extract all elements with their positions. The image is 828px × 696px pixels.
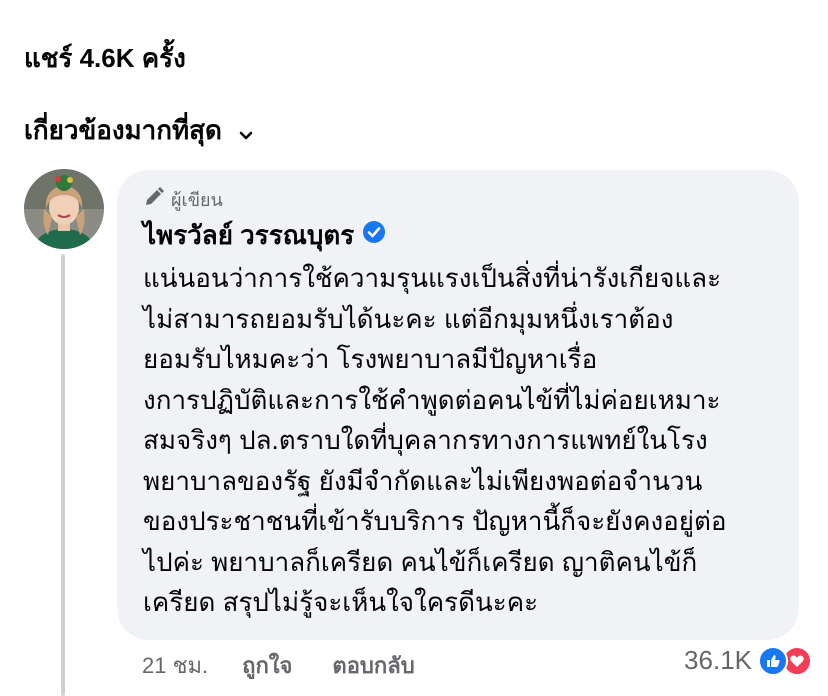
comment-sort-dropdown[interactable]: เกี่ยวข้องมากที่สุด bbox=[24, 110, 256, 151]
sort-label: เกี่ยวข้องมากที่สุด bbox=[24, 115, 222, 145]
thread-line bbox=[61, 254, 65, 696]
pen-icon bbox=[143, 186, 165, 213]
like-reaction-icon bbox=[758, 645, 788, 676]
comment-bubble: ผู้เขียน ไพรวัลย์ วรรณบุตร แน่นอนว่าการใ… bbox=[117, 170, 799, 640]
comment-actions: 21 ชม. ถูกใจ ตอบกลับ bbox=[142, 648, 415, 683]
like-button[interactable]: ถูกใจ bbox=[242, 648, 292, 683]
verified-badge-icon bbox=[362, 220, 386, 251]
share-count[interactable]: แชร์ 4.6K ครั้ง bbox=[24, 38, 186, 79]
reactions-count: 36.1K bbox=[684, 645, 752, 675]
comment-text: แน่นอนว่าการใช้ความรุนแรงเป็นสิ่งที่น่าร… bbox=[143, 263, 727, 617]
comment-timestamp[interactable]: 21 ชม. bbox=[142, 648, 208, 683]
author-badge-label: ผู้เขียน bbox=[171, 189, 223, 210]
avatar[interactable] bbox=[24, 169, 104, 249]
author-name: ไพรวัลย์ วรรณบุตร bbox=[143, 219, 355, 250]
reactions-summary[interactable]: 36.1K bbox=[684, 645, 812, 676]
author-badge: ผู้เขียน bbox=[143, 186, 773, 212]
author-name-link[interactable]: ไพรวัลย์ วรรณบุตร bbox=[143, 218, 773, 252]
reply-button[interactable]: ตอบกลับ bbox=[332, 648, 414, 683]
chevron-down-icon bbox=[236, 121, 256, 141]
